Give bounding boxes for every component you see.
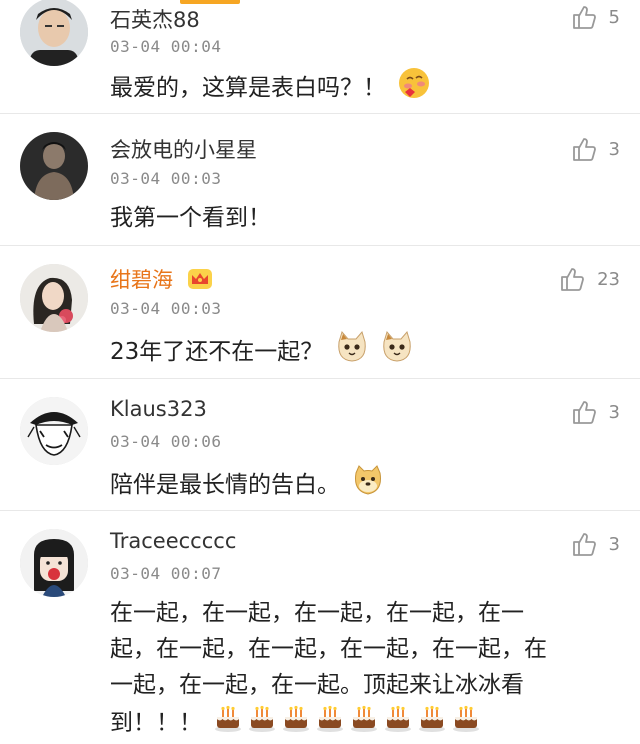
cake-emoji: [281, 703, 311, 744]
comment-text-content: 陪伴是最长情的告白。: [110, 472, 340, 498]
avatar[interactable]: [20, 0, 88, 66]
comment-text-line: 一起，在一起，在一起。顶起来让冰冰看: [110, 672, 524, 698]
like-count: 3: [608, 138, 620, 160]
comment-author[interactable]: 石英杰88: [110, 4, 200, 34]
cake-emoji: [451, 703, 481, 744]
cat-emoji: [380, 330, 414, 375]
comment-time: 03-04 00:04: [110, 37, 222, 56]
cake-emoji: [417, 703, 447, 744]
comment-item: Traceeccccc 03-04 00:07 在一起，在一起，在一起，在一起，…: [0, 511, 640, 742]
comment-time: 03-04 00:03: [110, 169, 222, 188]
cat-emoji: [335, 330, 369, 375]
like-count: 3: [608, 533, 620, 555]
comment-time: 03-04 00:03: [110, 299, 222, 318]
like-button[interactable]: 3: [571, 531, 620, 557]
like-count: 23: [597, 268, 620, 290]
comment-text: 最爱的，这算是表白吗？！: [110, 66, 602, 111]
comment-item: 绀碧海 03-04 00:03 23年了还不在一起？ 23: [0, 246, 640, 379]
comment-text-content: 我第一个看到！: [110, 205, 271, 231]
comment-text-line: 起，在一起，在一起，在一起，在一起，在: [110, 636, 547, 662]
crown-icon: [186, 267, 214, 296]
cake-emoji: [349, 703, 379, 744]
comment-text: 23年了还不在一起？: [110, 330, 602, 375]
comment-item: Klaus323 03-04 00:06 陪伴是最长情的告白。 3: [0, 379, 640, 511]
comment-author[interactable]: Traceeccccc: [110, 529, 236, 553]
comment-author[interactable]: 会放电的小星星: [110, 134, 257, 164]
comment-item: 会放电的小星星 03-04 00:03 我第一个看到！ 3: [0, 114, 640, 246]
avatar[interactable]: [20, 397, 88, 465]
cake-emoji: [315, 703, 345, 744]
cake-emoji: [383, 703, 413, 744]
avatar[interactable]: [20, 132, 88, 200]
comment-time: 03-04 00:06: [110, 432, 222, 451]
thumbs-up-icon: [571, 4, 597, 30]
comment-text: 我第一个看到！: [110, 200, 602, 236]
avatar[interactable]: [20, 529, 88, 597]
comment-author[interactable]: Klaus323: [110, 397, 207, 421]
blush-heart-emoji: [397, 66, 431, 111]
like-button[interactable]: 23: [559, 266, 620, 292]
thumbs-up-icon: [571, 136, 597, 162]
thumbs-up-icon: [571, 399, 597, 425]
thumbs-up-icon: [571, 531, 597, 557]
comment-author[interactable]: 绀碧海: [110, 264, 214, 296]
comment-time: 03-04 00:07: [110, 564, 222, 583]
comment-text-content: 最爱的，这算是表白吗？！: [110, 75, 386, 101]
thumbs-up-icon: [559, 266, 585, 292]
comment-text-content: 到！！！: [110, 710, 202, 736]
cake-emoji: [247, 703, 277, 744]
cake-emoji: [213, 703, 243, 744]
like-count: 3: [608, 401, 620, 423]
cake-emoji-row: [209, 705, 481, 736]
comment-text-line: 在一起，在一起，在一起，在一起，在一: [110, 600, 524, 626]
like-button[interactable]: 3: [571, 136, 620, 162]
like-button[interactable]: 3: [571, 399, 620, 425]
avatar[interactable]: [20, 264, 88, 332]
like-button[interactable]: 5: [571, 4, 620, 30]
comment-item: 石英杰88 03-04 00:04 最爱的，这算是表白吗？！ 5: [0, 0, 640, 114]
comment-author-name: 绀碧海: [110, 268, 173, 292]
comment-text: 在一起，在一起，在一起，在一起，在一 起，在一起，在一起，在一起，在一起，在 一…: [110, 595, 602, 744]
comment-text: 陪伴是最长情的告白。: [110, 463, 602, 508]
like-count: 5: [608, 6, 620, 28]
comment-text-line: 到！！！: [110, 703, 602, 744]
comment-text-content: 23年了还不在一起？: [110, 339, 324, 365]
doge-emoji: [351, 463, 385, 508]
